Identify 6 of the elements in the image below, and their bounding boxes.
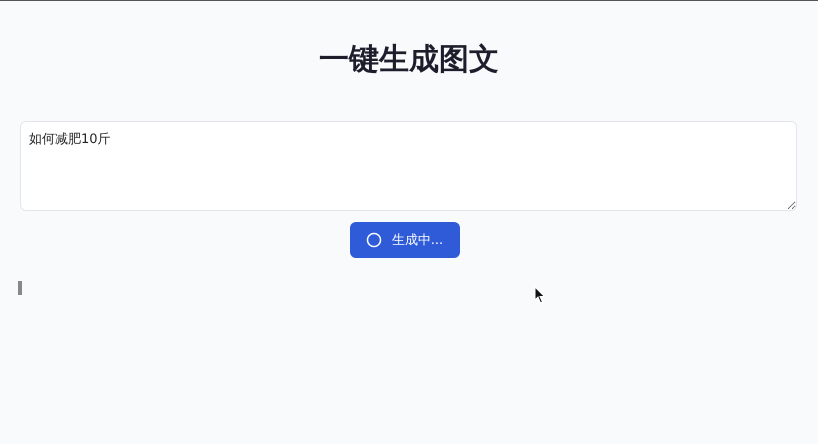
prompt-field[interactable]: 如何减肥10斤 [20,121,797,211]
page-title: 一键生成图文 [318,41,500,78]
generate-button[interactable]: 生成中... [350,222,460,258]
text-caret [18,281,22,295]
spinner-icon [366,232,382,248]
mouse-pointer-icon [534,286,546,304]
